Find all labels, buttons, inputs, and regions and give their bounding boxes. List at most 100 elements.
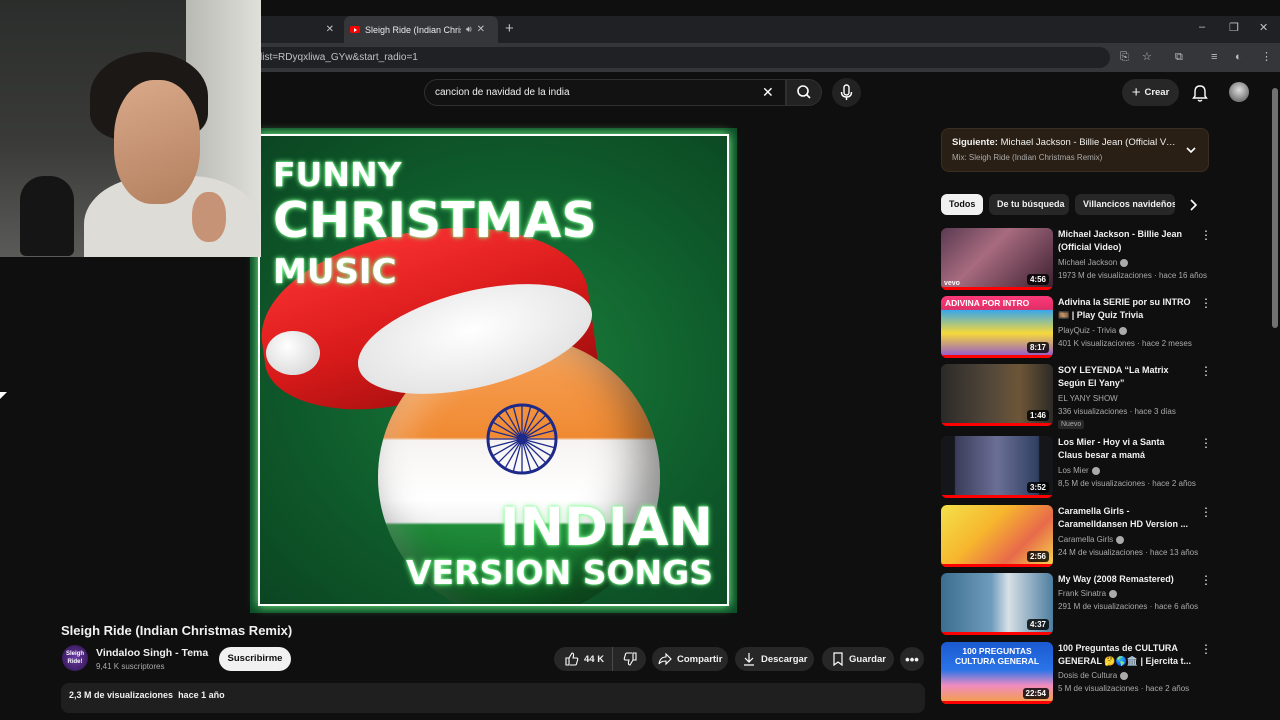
- recommendation-item[interactable]: 3:52 Los Mier - Hoy vi a Santa Claus bes…: [941, 436, 1212, 500]
- search-input[interactable]: cancion de navidad de la india: [424, 79, 786, 106]
- channel-name[interactable]: Frank Sinatra: [1058, 589, 1118, 598]
- save-button[interactable]: Guardar: [822, 647, 894, 671]
- video-title[interactable]: Los Mier - Hoy vi a Santa Claus besar a …: [1058, 436, 1191, 462]
- account-avatar[interactable]: [1229, 82, 1249, 102]
- menu-icon[interactable]: ⋮: [1261, 52, 1272, 63]
- video-title[interactable]: SOY LEYENDA “La Matrix Según El Yany”: [1058, 364, 1191, 390]
- channel-name[interactable]: EL YANY SHOW: [1058, 394, 1118, 403]
- chip-villancicos[interactable]: Villancicos navideños: [1075, 194, 1175, 215]
- channel-name-text: Frank Sinatra: [1058, 589, 1107, 598]
- new-badge: Nuevo: [1058, 420, 1085, 429]
- extensions-icon[interactable]: ⧉: [1175, 52, 1183, 63]
- video-duration: 4:37: [1026, 619, 1049, 630]
- video-title[interactable]: Adivina la SERIE por su INTRO 🎞️ | Play …: [1058, 296, 1191, 322]
- video-title[interactable]: My Way (2008 Remastered): [1058, 573, 1191, 586]
- more-vertical-icon[interactable]: ⋮: [1200, 437, 1212, 449]
- voice-search-button[interactable]: [832, 78, 861, 107]
- media-icon[interactable]: ≡: [1211, 52, 1217, 63]
- youtube-favicon-icon: [350, 26, 360, 33]
- video-title[interactable]: Michael Jackson - Billie Jean (Official …: [1058, 228, 1191, 254]
- chevron-down-icon[interactable]: [1184, 143, 1198, 157]
- tab-title: Sleigh Ride (Indian Christm: [365, 24, 461, 35]
- download-button[interactable]: Descargar: [735, 647, 814, 671]
- up-next-panel[interactable]: [941, 128, 1209, 172]
- video-duration: 1:46: [1026, 410, 1049, 421]
- age: hace 3 días: [1134, 407, 1176, 416]
- more-vertical-icon[interactable]: ⋮: [1200, 506, 1212, 518]
- channel-name[interactable]: PlayQuiz - Trivia: [1058, 326, 1128, 335]
- recommendation-item[interactable]: 100 PREGUNTAS CULTURA GENERAL 22:54 100 …: [941, 642, 1212, 706]
- video-thumbnail[interactable]: ADIVINA POR INTRO 8:17: [941, 296, 1053, 358]
- album-text-version-songs: VERSION SONGS: [406, 553, 713, 592]
- age: hace 6 años: [1154, 602, 1199, 611]
- video-thumbnail[interactable]: 1:46: [941, 364, 1053, 426]
- video-thumbnail[interactable]: vevo 4:56: [941, 228, 1053, 290]
- channel-name[interactable]: Los Mier: [1058, 466, 1100, 475]
- more-vertical-icon[interactable]: ⋮: [1200, 643, 1212, 655]
- close-icon[interactable]: ✕: [326, 24, 334, 35]
- search-icon: [797, 85, 811, 99]
- channel-avatar[interactable]: Sleigh Ride!: [62, 645, 88, 671]
- channel-name[interactable]: Vindaloo Singh - Tema: [96, 647, 208, 659]
- minimize-icon[interactable]: –: [1199, 21, 1205, 33]
- watched-progress-bar: [941, 632, 1053, 635]
- address-bar[interactable]: list=RDyqxliwa_GYw&start_radio=1: [250, 47, 1110, 68]
- audio-icon[interactable]: 🔊︎: [466, 24, 472, 35]
- profile-icon[interactable]: ◐: [1235, 52, 1242, 63]
- scrollbar-thumb[interactable]: [1272, 88, 1278, 328]
- video-thumbnail[interactable]: 4:37: [941, 573, 1053, 635]
- recommendation-item[interactable]: ADIVINA POR INTRO 8:17 Adivina la SERIE …: [941, 296, 1212, 360]
- recommendation-item[interactable]: 2:56 Caramella Girls - Caramelldansen HD…: [941, 505, 1212, 569]
- channel-name-text: PlayQuiz - Trivia: [1058, 326, 1117, 335]
- thumbs-up-icon: [565, 652, 579, 666]
- maximize-icon[interactable]: ❐: [1229, 21, 1239, 34]
- thumbnail-caption: ADIVINA POR INTRO: [945, 298, 1030, 308]
- channel-name[interactable]: Dosis de Cultura: [1058, 671, 1129, 680]
- create-button[interactable]: + Crear: [1122, 79, 1179, 106]
- more-vertical-icon[interactable]: ⋮: [1200, 365, 1212, 377]
- channel-name[interactable]: Michael Jackson: [1058, 258, 1129, 267]
- video-title[interactable]: 100 Preguntas de CULTURA GENERAL 🤔🌎🏛️ | …: [1058, 642, 1191, 668]
- verified-icon: [1091, 466, 1100, 475]
- close-window-icon[interactable]: ✕: [1259, 21, 1268, 34]
- tab-youtube[interactable]: Sleigh Ride (Indian Christm 🔊︎ ✕: [344, 16, 498, 43]
- video-thumbnail[interactable]: 100 PREGUNTAS CULTURA GENERAL 22:54: [941, 642, 1053, 704]
- album-artwork: FUNNY CHRISTMAS MUSIC INDIAN VERSION SON…: [258, 134, 729, 606]
- chip-de-tu-busqueda[interactable]: De tu búsqueda: [989, 194, 1069, 215]
- more-vertical-icon[interactable]: ⋮: [1200, 297, 1212, 309]
- recommendation-item[interactable]: 1:46 SOY LEYENDA “La Matrix Según El Yan…: [941, 364, 1212, 429]
- clear-search-icon[interactable]: ✕: [762, 84, 774, 100]
- more-vertical-icon[interactable]: ⋮: [1200, 574, 1212, 586]
- vevo-watermark: vevo: [944, 280, 960, 287]
- channel-name[interactable]: Caramella Girls: [1058, 535, 1125, 544]
- subscribe-button[interactable]: Suscribirme: [219, 647, 291, 671]
- age: hace 16 años: [1158, 271, 1207, 280]
- recommendation-item[interactable]: vevo 4:56 Michael Jackson - Billie Jean …: [941, 228, 1212, 292]
- video-title[interactable]: Caramella Girls - Caramelldansen HD Vers…: [1058, 505, 1191, 531]
- video-thumbnail[interactable]: 3:52: [941, 436, 1053, 498]
- chip-todos[interactable]: Todos: [941, 194, 983, 215]
- more-horizontal-icon: •••: [905, 651, 919, 667]
- up-next-video: Michael Jackson - Billie Jean (Official …: [1000, 137, 1176, 148]
- tab-previous[interactable]: ✕: [262, 16, 340, 43]
- install-icon[interactable]: ⎘: [1120, 52, 1129, 63]
- dislike-button[interactable]: [613, 652, 647, 666]
- thumbnail-caption: 100 PREGUNTAS CULTURA GENERAL: [954, 646, 1040, 666]
- chevron-right-icon[interactable]: [1186, 197, 1200, 213]
- star-icon[interactable]: ☆: [1142, 52, 1152, 63]
- video-stats: 24 M de visualizaciones · hace 13 años: [1058, 548, 1199, 557]
- like-button[interactable]: 44 K: [554, 647, 614, 671]
- video-thumbnail[interactable]: 2:56: [941, 505, 1053, 567]
- notifications-bell-icon[interactable]: [1192, 84, 1208, 102]
- close-icon[interactable]: ✕: [477, 24, 485, 35]
- age: hace 2 meses: [1142, 339, 1192, 348]
- video-duration: 22:54: [1022, 688, 1049, 699]
- new-tab-icon[interactable]: +: [505, 20, 514, 37]
- share-button[interactable]: Compartir: [652, 647, 728, 671]
- watched-progress-bar: [941, 355, 1053, 358]
- video-stats: 401 K visualizaciones · hace 2 meses: [1058, 339, 1192, 348]
- more-vertical-icon[interactable]: ⋮: [1200, 229, 1212, 241]
- more-actions-button[interactable]: •••: [900, 647, 924, 671]
- recommendation-item[interactable]: 4:37 My Way (2008 Remastered) Frank Sina…: [941, 573, 1212, 637]
- search-button[interactable]: [786, 79, 822, 106]
